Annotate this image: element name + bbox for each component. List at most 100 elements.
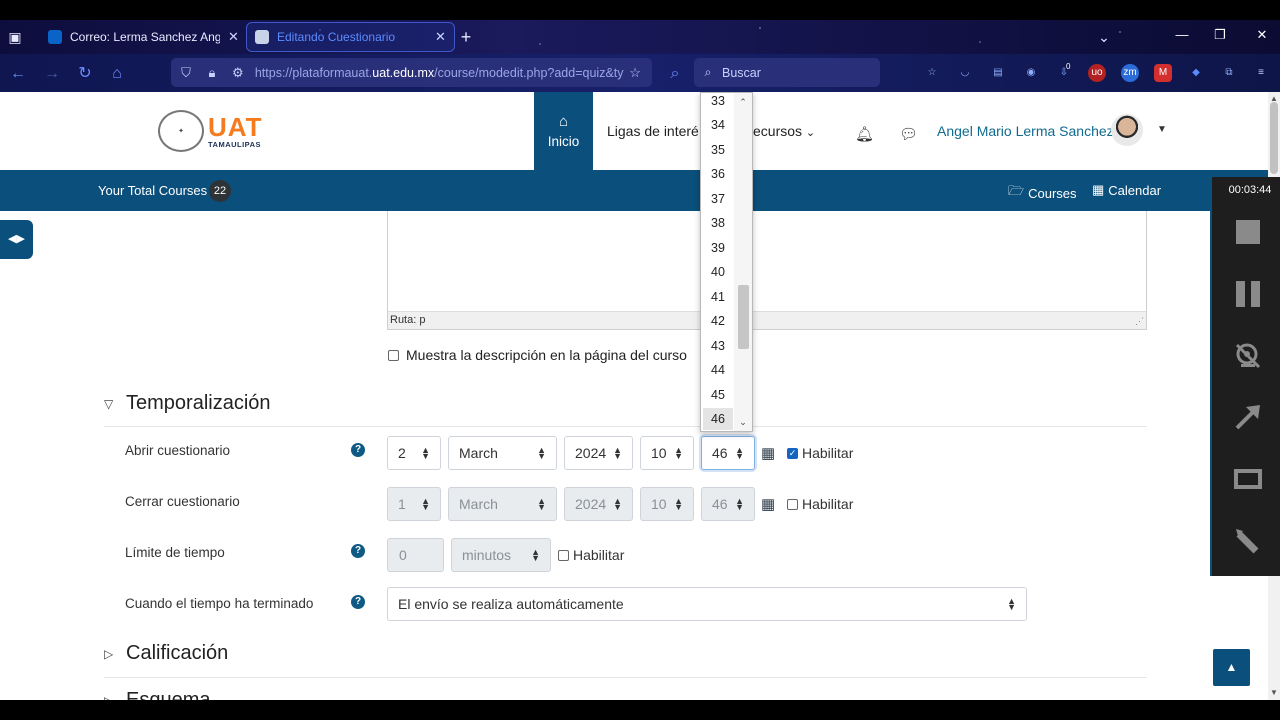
- time-limit-unit-select[interactable]: minutos ▲ ▼: [451, 538, 551, 572]
- calendar-link[interactable]: ▦ Calendar: [1092, 182, 1161, 198]
- permissions-icon[interactable]: ⚙︎: [227, 65, 249, 81]
- courses-link[interactable]: 🗁 Courses: [1008, 182, 1077, 204]
- help-icon[interactable]: ?: [351, 544, 365, 558]
- bookmark-star-icon[interactable]: ☆: [624, 65, 646, 81]
- list-item[interactable]: 38: [703, 212, 733, 234]
- time-limit-input[interactable]: 0: [387, 538, 444, 572]
- calendar-icon[interactable]: ▦: [761, 444, 775, 462]
- restore-icon[interactable]: ❐: [1208, 25, 1232, 45]
- user-menu-caret-icon[interactable]: ▼: [1157, 124, 1167, 135]
- minute-dropdown-list[interactable]: 33 34 35 36 37 38 39 40 41 42 43 44 45 4…: [700, 92, 753, 432]
- checkbox-checked[interactable]: ✓: [787, 447, 798, 459]
- address-bar[interactable]: ⛉ 🔒︎ ⚙︎ https://plataformauat.uat.edu.mx…: [171, 58, 652, 87]
- url-text[interactable]: https://plataformauat.uat.edu.mx/course/…: [255, 66, 624, 80]
- list-item[interactable]: 39: [703, 237, 733, 259]
- checkbox[interactable]: [558, 549, 569, 561]
- tab-correo[interactable]: Correo: Lerma Sanchez Angel M... ✕: [40, 22, 247, 52]
- tab-list-chevron-icon[interactable]: ⌄: [1094, 27, 1114, 47]
- scrollbar-thumb[interactable]: [1270, 102, 1278, 174]
- extensions-icon[interactable]: ⧉: [1220, 64, 1238, 82]
- nav-home[interactable]: ⌂ Inicio: [534, 92, 593, 170]
- close-icon[interactable]: ✕: [435, 29, 446, 45]
- open-year-select[interactable]: 2024 ▲ ▼: [564, 436, 633, 470]
- resize-grip-icon[interactable]: ⋰: [1135, 316, 1144, 327]
- close-day-select[interactable]: 1 ▲ ▼: [387, 487, 441, 521]
- extension-m-icon[interactable]: M: [1154, 64, 1172, 82]
- time-limit-enable-checkbox[interactable]: Habilitar: [558, 547, 624, 563]
- list-item[interactable]: 45: [703, 384, 733, 406]
- minimize-icon[interactable]: —: [1170, 25, 1194, 45]
- open-hour-select[interactable]: 10 ▲ ▼: [640, 436, 694, 470]
- close-month-select[interactable]: March ▲ ▼: [448, 487, 557, 521]
- list-item[interactable]: 43: [703, 335, 733, 357]
- extension-gem-icon[interactable]: ◆: [1187, 64, 1205, 82]
- new-tab-icon[interactable]: +: [456, 27, 476, 47]
- stop-icon[interactable]: [1226, 210, 1270, 254]
- open-month-select[interactable]: March ▲ ▼: [448, 436, 557, 470]
- open-minute-select[interactable]: 46 ▲ ▼: [701, 436, 755, 470]
- close-year-select[interactable]: 2024 ▲ ▼: [564, 487, 633, 521]
- scroll-down-icon[interactable]: ⌄: [734, 417, 752, 428]
- nav-ligas-de-interes[interactable]: Ligas de interé: [607, 123, 699, 139]
- home-icon[interactable]: ⌂: [106, 63, 128, 85]
- checkbox[interactable]: [787, 498, 798, 510]
- section-esquema[interactable]: ▷ Esquema: [104, 689, 211, 700]
- ublock-icon[interactable]: uo: [1088, 64, 1106, 82]
- scrollbar-thumb[interactable]: [738, 285, 749, 349]
- show-description-checkbox[interactable]: Muestra la descripción en la página del …: [388, 347, 687, 363]
- close-enable-checkbox[interactable]: Habilitar: [787, 496, 853, 512]
- time-expires-select[interactable]: El envío se realiza automáticamente ▲ ▼: [387, 587, 1027, 621]
- pen-tool-icon[interactable]: [1226, 519, 1270, 563]
- scroll-down-icon[interactable]: ▼: [1270, 688, 1278, 697]
- webcam-off-icon[interactable]: [1226, 334, 1270, 378]
- rectangle-tool-icon[interactable]: [1226, 457, 1270, 501]
- list-item[interactable]: 35: [703, 139, 733, 161]
- tab-overview-icon[interactable]: ▣: [5, 27, 25, 47]
- help-icon[interactable]: ?: [351, 443, 365, 457]
- zoom-extension-icon[interactable]: zm: [1121, 64, 1139, 82]
- avatar[interactable]: [1111, 114, 1143, 146]
- user-name[interactable]: Angel Mario Lerma Sanchez: [937, 123, 1114, 139]
- uat-logo[interactable]: ✦ UAT TAMAULIPAS: [158, 108, 288, 154]
- back-icon[interactable]: ←: [7, 63, 29, 85]
- window-close-icon[interactable]: ✕: [1250, 25, 1274, 45]
- list-item-selected[interactable]: 46: [703, 408, 733, 430]
- list-item[interactable]: 36: [703, 163, 733, 185]
- list-item[interactable]: 41: [703, 286, 733, 308]
- open-day-select[interactable]: 2 ▲ ▼: [387, 436, 441, 470]
- drawer-toggle-button[interactable]: ◀▶: [0, 220, 33, 259]
- list-item[interactable]: 42: [703, 310, 733, 332]
- pocket-icon[interactable]: ◡: [956, 64, 974, 82]
- nav-recursos[interactable]: ecursos ⌄: [753, 123, 815, 139]
- forward-icon[interactable]: →: [41, 63, 63, 85]
- section-temporalizacion[interactable]: ▽ Temporalización: [104, 392, 271, 415]
- close-icon[interactable]: ✕: [228, 29, 239, 45]
- account-icon[interactable]: ◉: [1022, 64, 1040, 82]
- back-to-top-button[interactable]: ▲: [1213, 649, 1250, 686]
- checkbox[interactable]: [388, 349, 399, 361]
- section-calificacion[interactable]: ▷ Calificación: [104, 642, 228, 665]
- zoom-search-icon[interactable]: ⌕: [664, 63, 686, 85]
- calendar-icon[interactable]: ▦: [761, 495, 775, 513]
- lock-icon[interactable]: 🔒︎: [201, 65, 223, 81]
- close-hour-select[interactable]: 10 ▲ ▼: [640, 487, 694, 521]
- scroll-up-icon[interactable]: ⌃: [734, 97, 752, 108]
- search-input[interactable]: ⌕ Buscar: [694, 58, 880, 87]
- shield-icon[interactable]: ⛉: [175, 65, 197, 81]
- reader-view-icon[interactable]: ▤: [989, 64, 1007, 82]
- open-enable-checkbox[interactable]: ✓ Habilitar: [787, 445, 853, 461]
- list-item[interactable]: 33: [703, 93, 733, 112]
- tab-editando-cuestionario[interactable]: Editando Cuestionario ✕: [246, 22, 455, 52]
- messages-icon[interactable]: 💬︎: [899, 125, 918, 143]
- list-item[interactable]: 37: [703, 188, 733, 210]
- menu-icon[interactable]: ≡: [1252, 64, 1270, 82]
- dropdown-scrollbar[interactable]: ⌃ ⌄: [734, 93, 752, 431]
- download-icon[interactable]: ⇩ 0: [1055, 62, 1073, 82]
- close-minute-select[interactable]: 46 ▲ ▼: [701, 487, 755, 521]
- notifications-bell-icon[interactable]: 🔔︎: [855, 125, 874, 143]
- list-item[interactable]: 34: [703, 114, 733, 136]
- arrow-tool-icon[interactable]: [1226, 395, 1270, 439]
- bookmarks-icon[interactable]: ☆: [923, 64, 941, 82]
- pause-icon[interactable]: [1226, 272, 1270, 316]
- help-icon[interactable]: ?: [351, 595, 365, 609]
